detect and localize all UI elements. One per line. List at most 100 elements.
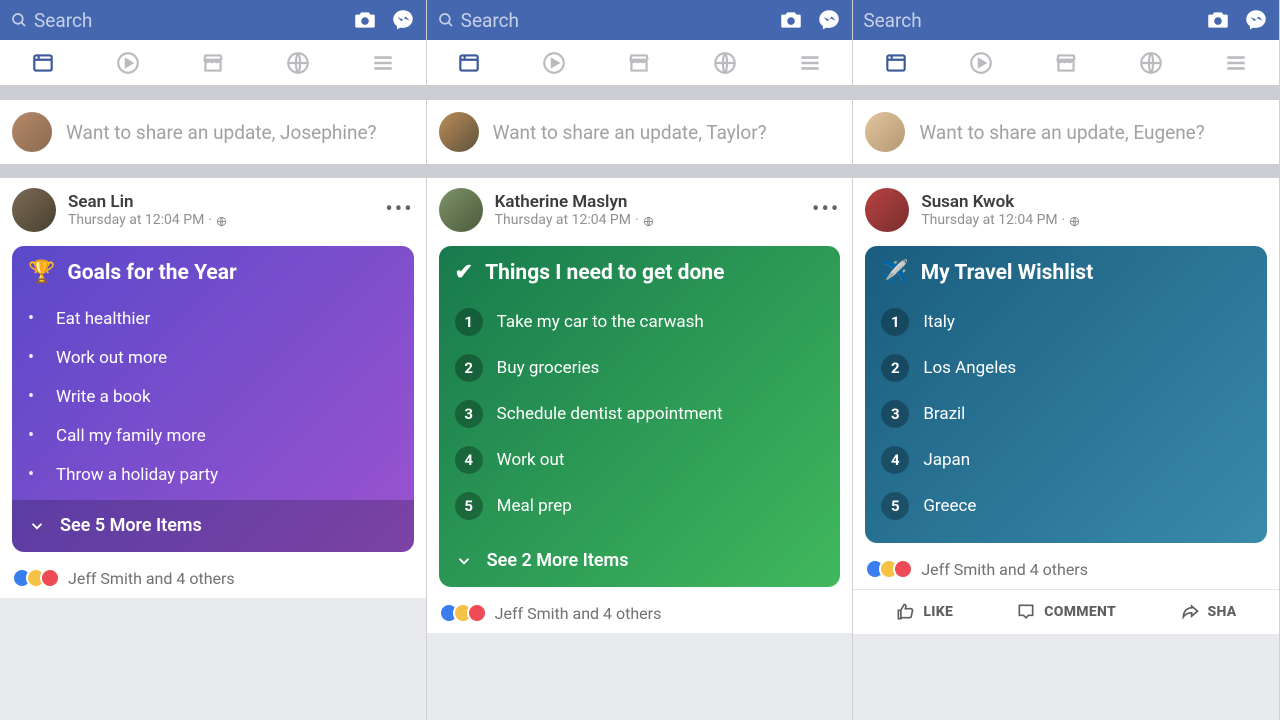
- item-text: Eat healthier: [56, 309, 150, 329]
- see-more-button[interactable]: See 5 More Items: [12, 500, 414, 552]
- tab-marketplace[interactable]: [619, 43, 659, 83]
- bullet-icon: •: [28, 308, 42, 329]
- list-item: • 5 Meal prep: [455, 483, 825, 529]
- tab-videos[interactable]: [961, 43, 1001, 83]
- list-item: • 3 Brazil: [881, 391, 1251, 437]
- list-card: ✔ Things I need to get done • 1 Take my …: [439, 246, 841, 587]
- search-field[interactable]: [437, 9, 767, 32]
- poster-name[interactable]: Sean Lin: [68, 192, 373, 212]
- list-item: • 5 Throw a holiday party: [28, 455, 398, 494]
- card-emoji: 🏆: [28, 260, 55, 285]
- list-item: • 2 Work out more: [28, 338, 398, 377]
- item-text: Schedule dentist appointment: [497, 404, 723, 424]
- search-input[interactable]: [34, 9, 340, 32]
- item-text: Call my family more: [56, 426, 206, 446]
- user-avatar: [865, 112, 905, 152]
- messenger-icon[interactable]: [390, 7, 416, 33]
- item-text: Write a book: [56, 387, 151, 407]
- search-input[interactable]: [461, 9, 767, 32]
- poster-name[interactable]: Katherine Maslyn: [495, 192, 800, 212]
- list-item: • 3 Write a book: [28, 377, 398, 416]
- post-header: Susan Kwok Thursday at 12:04 PM ·: [853, 178, 1279, 238]
- user-avatar: [12, 112, 52, 152]
- status-composer[interactable]: Want to share an update, Taylor?: [427, 100, 853, 164]
- card-title: ✔ Things I need to get done: [455, 260, 825, 285]
- tab-marketplace[interactable]: [193, 43, 233, 83]
- public-icon: [216, 215, 227, 226]
- reactions-summary[interactable]: Jeff Smith and 4 others: [0, 560, 426, 598]
- post-menu-button[interactable]: •••: [812, 205, 840, 215]
- tab-menu[interactable]: [363, 43, 403, 83]
- tab-notifications[interactable]: [278, 43, 318, 83]
- tab-videos[interactable]: [108, 43, 148, 83]
- item-text: Throw a holiday party: [56, 465, 218, 485]
- post-timestamp: Thursday at 12:04 PM ·: [68, 212, 373, 228]
- item-text: Take my car to the carwash: [497, 312, 704, 332]
- poster-avatar[interactable]: [12, 188, 56, 232]
- reaction-icons: [439, 603, 487, 623]
- tab-feed[interactable]: [449, 43, 489, 83]
- messenger-icon[interactable]: [816, 7, 842, 33]
- tab-notifications[interactable]: [1131, 43, 1171, 83]
- app-column-3: Want to share an update, Eugene? Susan K…: [853, 0, 1280, 720]
- status-composer[interactable]: Want to share an update, Josephine?: [0, 100, 426, 164]
- post-header: Sean Lin Thursday at 12:04 PM · •••: [0, 178, 426, 238]
- public-icon: [643, 215, 654, 226]
- tab-menu[interactable]: [790, 43, 830, 83]
- search-field[interactable]: [10, 9, 340, 32]
- item-number: 4: [881, 446, 909, 474]
- list-item: • 4 Japan: [881, 437, 1251, 483]
- status-composer[interactable]: Want to share an update, Eugene?: [853, 100, 1279, 164]
- item-text: Meal prep: [497, 496, 572, 516]
- tab-feed[interactable]: [23, 43, 63, 83]
- bullet-icon: •: [28, 425, 42, 446]
- poster-avatar[interactable]: [439, 188, 483, 232]
- search-input[interactable]: [863, 9, 1193, 32]
- tab-marketplace[interactable]: [1046, 43, 1086, 83]
- bullet-icon: •: [28, 464, 42, 485]
- nav-tabs: [0, 40, 426, 86]
- card-title: 🏆 Goals for the Year: [28, 260, 398, 285]
- share-button[interactable]: SHA: [1137, 590, 1279, 634]
- item-text: Greece: [923, 496, 976, 516]
- tab-notifications[interactable]: [705, 43, 745, 83]
- chevron-down-icon: [455, 552, 473, 570]
- poster-name[interactable]: Susan Kwok: [921, 192, 1267, 212]
- love-reaction-icon: [40, 568, 60, 588]
- post: Katherine Maslyn Thursday at 12:04 PM · …: [427, 178, 853, 633]
- search-icon: [10, 11, 28, 29]
- status-prompt: Want to share an update, Taylor?: [493, 121, 767, 144]
- post-menu-button[interactable]: •••: [385, 205, 413, 215]
- reaction-icons: [865, 559, 913, 579]
- card-emoji: ✈️: [881, 260, 908, 285]
- tab-feed[interactable]: [876, 43, 916, 83]
- like-button[interactable]: LIKE: [853, 590, 995, 634]
- post-actions: LIKE COMMENT SHA: [853, 589, 1279, 634]
- search-icon: [437, 11, 455, 29]
- comment-button[interactable]: COMMENT: [995, 590, 1137, 634]
- reactions-text: Jeff Smith and 4 others: [921, 560, 1088, 579]
- messenger-icon[interactable]: [1243, 7, 1269, 33]
- card-emoji: ✔: [455, 260, 473, 285]
- list-item: • 2 Buy groceries: [455, 345, 825, 391]
- tab-videos[interactable]: [534, 43, 574, 83]
- camera-icon[interactable]: [1205, 7, 1231, 33]
- camera-icon[interactable]: [352, 7, 378, 33]
- item-text: Buy groceries: [497, 358, 600, 378]
- nav-tabs: [427, 40, 853, 86]
- separator: [0, 86, 426, 100]
- item-number: 1: [455, 308, 483, 336]
- reactions-summary[interactable]: Jeff Smith and 4 others: [853, 551, 1279, 589]
- separator: [853, 86, 1279, 100]
- post-timestamp: Thursday at 12:04 PM ·: [495, 212, 800, 228]
- reactions-text: Jeff Smith and 4 others: [495, 604, 662, 623]
- search-field[interactable]: [863, 9, 1193, 32]
- tab-menu[interactable]: [1216, 43, 1256, 83]
- poster-avatar[interactable]: [865, 188, 909, 232]
- top-bar: [0, 0, 426, 40]
- list-card: ✈️ My Travel Wishlist • 1 Italy • 2 Los …: [865, 246, 1267, 543]
- post: Susan Kwok Thursday at 12:04 PM · ✈️ My …: [853, 178, 1279, 634]
- camera-icon[interactable]: [778, 7, 804, 33]
- see-more-button[interactable]: See 2 More Items: [455, 535, 825, 587]
- reactions-summary[interactable]: Jeff Smith and 4 others: [427, 595, 853, 633]
